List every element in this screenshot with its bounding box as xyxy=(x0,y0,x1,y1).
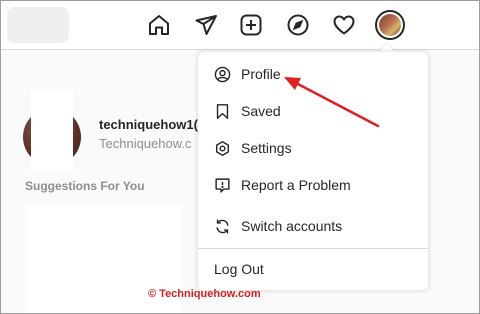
avatar-image xyxy=(379,14,401,36)
redaction-block xyxy=(31,90,73,172)
menu-item-label: Settings xyxy=(241,140,292,156)
profile-avatar[interactable] xyxy=(375,10,405,40)
top-navigation-bar xyxy=(1,1,479,50)
new-post-icon[interactable] xyxy=(238,12,264,38)
report-problem-icon xyxy=(213,176,231,194)
menu-item-log-out[interactable]: Log Out xyxy=(198,251,428,287)
profile-dropdown-menu: Profile Saved Settings Report a Problem xyxy=(198,52,428,290)
menu-item-label: Profile xyxy=(241,66,281,82)
direct-message-icon[interactable] xyxy=(193,12,219,38)
username[interactable]: techniquehow1( xyxy=(99,117,209,132)
switch-accounts-icon xyxy=(213,217,231,235)
user-circle-icon xyxy=(213,65,231,83)
menu-item-label: Saved xyxy=(241,103,281,119)
explore-icon[interactable] xyxy=(285,12,311,38)
menu-item-label: Switch accounts xyxy=(241,218,343,234)
watermark-text: © Techniquehow.com xyxy=(148,288,261,300)
home-icon[interactable] xyxy=(146,12,172,38)
menu-item-label: Report a Problem xyxy=(241,177,351,193)
settings-gear-icon xyxy=(213,139,231,157)
menu-item-switch-accounts[interactable]: Switch accounts xyxy=(198,208,428,244)
menu-item-saved[interactable]: Saved xyxy=(198,93,428,129)
menu-item-profile[interactable]: Profile xyxy=(198,56,428,92)
suggestions-heading: Suggestions For You xyxy=(25,179,145,193)
bookmark-icon xyxy=(213,102,231,120)
menu-divider xyxy=(198,248,428,249)
search-input[interactable] xyxy=(7,7,69,43)
menu-item-report-problem[interactable]: Report a Problem xyxy=(198,167,428,203)
full-name: Techniquehow.c xyxy=(99,136,192,151)
menu-item-label: Log Out xyxy=(214,261,264,277)
activity-heart-icon[interactable] xyxy=(331,12,357,38)
menu-item-settings[interactable]: Settings xyxy=(198,130,428,166)
